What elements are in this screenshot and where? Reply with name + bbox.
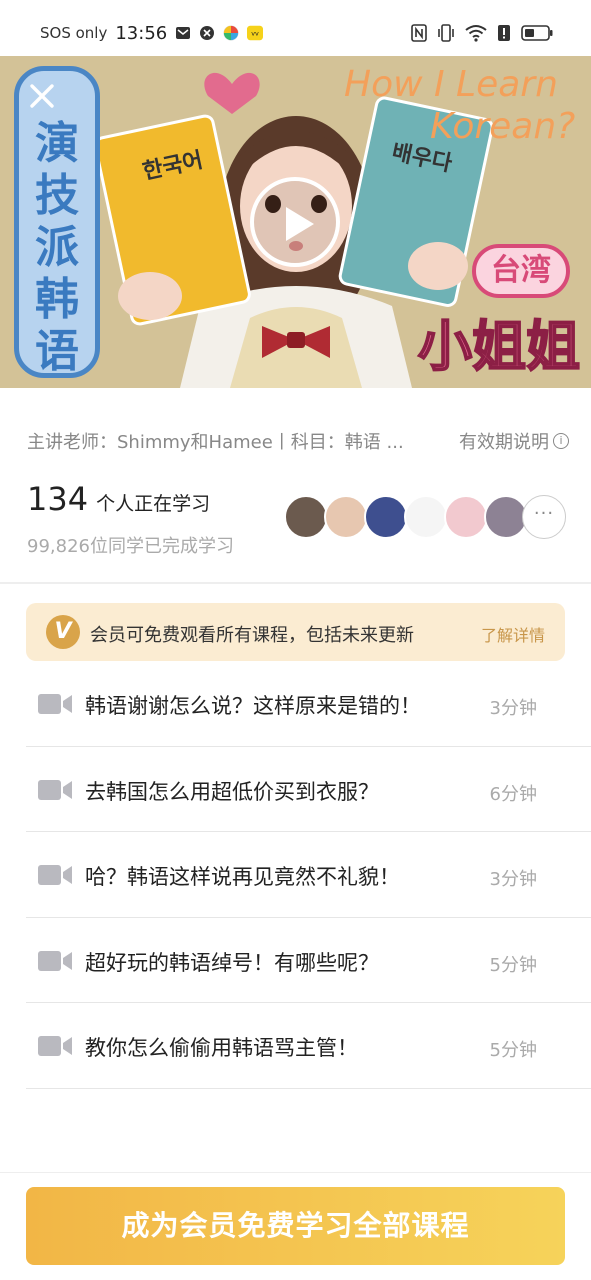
course-info: 主讲老师：Shimmy和Hamee丨科目：韩语 ... 有效期说明 i 134 … [0,388,591,584]
mail-icon [176,27,191,39]
learning-count: 134 [27,480,89,518]
section-divider [0,582,591,584]
lesson-item[interactable]: 去韩国怎么用超低价买到衣服？ 6分钟 [26,747,591,832]
lesson-title: 哈？韩语这样说再见竟然不礼貌！ [85,865,400,889]
video-camera-icon [38,694,72,714]
alert-icon [498,25,510,41]
vip-banner[interactable]: V 会员可免费观看所有课程，包括未来更新 了解详情 [26,603,565,661]
sos-label: SOS only [40,24,108,42]
battery-icon [521,25,553,41]
lesson-title: 韩语谢谢怎么说？这样原来是错的！ [85,694,421,718]
status-bar: SOS only 13:56 vv [0,0,591,56]
video-camera-icon [38,865,72,885]
app-pinwheel-icon [223,25,239,41]
close-icon[interactable] [28,82,56,110]
shield-icon [200,26,215,40]
lesson-duration: 5分钟 [489,954,537,976]
become-member-button[interactable]: 成为会员免费学习全部课程 [26,1187,565,1265]
more-learners-button[interactable]: ··· [522,495,566,539]
vibrate-icon [438,24,454,42]
info-icon: i [553,433,569,449]
avatar [444,495,488,539]
avatar [404,495,448,539]
validity-label: 有效期说明 [459,432,549,453]
headline-line2: Korean? [430,106,576,147]
lesson-title: 超好玩的韩语绰号！有哪些呢？ [85,950,379,975]
lesson-title: 去韩国怎么用超低价买到衣服？ [85,779,379,804]
learning-now: 134 个人正在学习 [27,480,210,518]
vip-text: 会员可免费观看所有课程，包括未来更新 [90,625,414,646]
completed-count: 99,826位同学已完成学习 [27,536,234,557]
video-camera-icon [38,1036,72,1056]
validity-link[interactable]: 有效期说明 i [459,428,569,454]
lesson-title: 教你怎么偷偷用韩语骂主管！ [85,1036,358,1060]
lesson-list: 韩语谢谢怎么说？这样原来是错的！ 3分钟 去韩国怎么用超低价买到衣服？ 6分钟 … [26,661,591,1089]
subtitle-text: 小姐姐 [417,313,581,379]
play-button[interactable] [250,177,340,267]
play-icon [286,207,314,241]
headline-line1: How I Learn [344,64,558,105]
avatar [364,495,408,539]
vertical-title-char: 语 [35,326,79,377]
avatar [284,495,328,539]
tag-badge: 台湾 [472,244,570,298]
wifi-icon [465,25,487,42]
lesson-item[interactable]: 韩语谢谢怎么说？这样原来是错的！ 3分钟 [26,661,591,747]
lesson-item[interactable]: 超好玩的韩语绰号！有哪些呢？ 5分钟 [26,918,591,1003]
lesson-item[interactable]: 教你怎么偷偷用韩语骂主管！ 5分钟 [26,1003,591,1089]
lesson-duration: 5分钟 [489,1040,537,1061]
nfc-icon [411,24,427,42]
vertical-title-box: 演 技 派 韩 语 [14,66,100,378]
bottom-divider [0,1172,591,1173]
vip-badge-icon: V [46,615,80,649]
video-camera-icon [38,950,72,971]
lesson-duration: 3分钟 [489,869,537,890]
app-yellow-icon: vv [247,25,264,41]
teacher-subject-line: 主讲老师：Shimmy和Hamee丨科目：韩语 ... [27,432,404,453]
svg-text:vv: vv [251,29,259,37]
clock: 13:56 [115,22,168,44]
vip-details-link[interactable]: 了解详情 [481,622,545,646]
avatar [324,495,368,539]
lesson-item[interactable]: 哈？韩语这样说再见竟然不礼貌！ 3分钟 [26,832,591,918]
learning-suffix: 个人正在学习 [96,493,211,515]
video-camera-icon [38,779,72,800]
lesson-duration: 6分钟 [489,783,537,805]
lesson-duration: 3分钟 [489,698,537,719]
